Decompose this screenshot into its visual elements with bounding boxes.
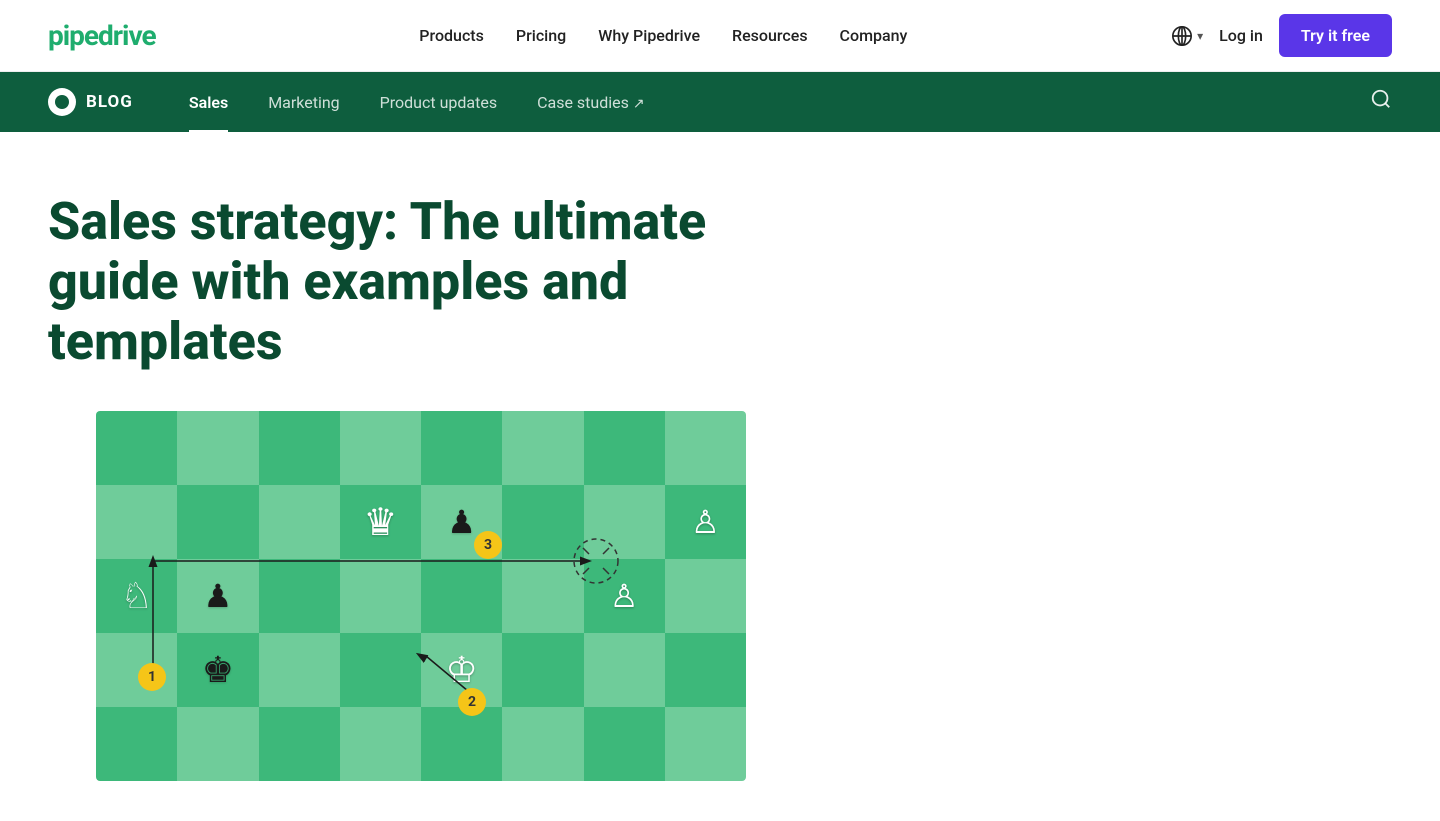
login-button[interactable]: Log in	[1219, 26, 1263, 45]
blog-nav-link-case-studies[interactable]: Case studies ↗	[517, 73, 665, 132]
nav-item-resources[interactable]: Resources	[732, 26, 808, 45]
nav-link-resources[interactable]: Resources	[732, 26, 808, 45]
cell	[584, 633, 665, 707]
main-content: Sales strategy: The ultimate guide with …	[0, 132, 1440, 821]
cell	[421, 559, 502, 633]
cell	[96, 411, 177, 485]
chess-piece-white-king: ♔	[445, 649, 477, 691]
blog-nav-item-marketing[interactable]: Marketing	[248, 73, 359, 132]
blog-logo-inner	[55, 95, 69, 109]
cell	[259, 485, 340, 559]
cell	[259, 707, 340, 781]
article-title: Sales strategy: The ultimate guide with …	[48, 192, 728, 371]
blog-nav: BLOG Sales Marketing Product updates Cas…	[0, 72, 1440, 132]
cell	[665, 633, 746, 707]
cell: ♘	[96, 559, 177, 633]
cell: ♛	[340, 485, 421, 559]
cell	[502, 485, 583, 559]
blog-nav-item-product-updates[interactable]: Product updates	[360, 73, 517, 132]
cell	[96, 707, 177, 781]
blog-nav-link-marketing[interactable]: Marketing	[248, 73, 359, 132]
search-icon	[1370, 88, 1392, 110]
cell	[177, 411, 258, 485]
cell	[177, 485, 258, 559]
brand-logo[interactable]: pipedrive	[48, 19, 156, 52]
chess-board: ♛ ♟ ♙ ♘ ♟ ♙	[96, 411, 746, 781]
cell: ♟	[177, 559, 258, 633]
top-nav: pipedrive Products Pricing Why Pipedrive…	[0, 0, 1440, 72]
blog-logo-circle	[48, 88, 76, 116]
cell: ♙	[584, 559, 665, 633]
blog-nav-links: Sales Marketing Product updates Case stu…	[169, 73, 1370, 132]
nav-item-company[interactable]: Company	[840, 26, 908, 45]
chess-piece-white-pawn: ♙	[691, 503, 720, 541]
cell	[177, 707, 258, 781]
nav-link-company[interactable]: Company	[840, 26, 908, 45]
cell	[502, 559, 583, 633]
chevron-down-icon: ▾	[1197, 29, 1203, 43]
cell: ♚	[177, 633, 258, 707]
chess-piece-black-pawn2: ♟	[204, 577, 233, 615]
cell	[259, 633, 340, 707]
cell	[584, 707, 665, 781]
blog-search-button[interactable]	[1370, 88, 1392, 116]
blog-logo[interactable]: BLOG	[48, 88, 133, 116]
blog-nav-link-product-updates[interactable]: Product updates	[360, 73, 517, 132]
cell	[96, 485, 177, 559]
nav-link-why-pipedrive[interactable]: Why Pipedrive	[598, 26, 700, 45]
external-link-icon: ↗	[633, 96, 645, 112]
nav-item-products[interactable]: Products	[419, 26, 484, 45]
try-free-button[interactable]: Try it free	[1279, 14, 1392, 57]
cell	[502, 707, 583, 781]
blog-nav-link-sales[interactable]: Sales	[169, 73, 248, 132]
hero-image: ♛ ♟ ♙ ♘ ♟ ♙	[96, 411, 746, 781]
blog-nav-item-case-studies[interactable]: Case studies ↗	[517, 73, 665, 132]
cell	[584, 485, 665, 559]
nav-right-actions: ▾ Log in Try it free	[1171, 14, 1392, 57]
blog-label: BLOG	[86, 92, 133, 112]
cell	[259, 559, 340, 633]
nav-link-products[interactable]: Products	[419, 26, 484, 45]
cell	[421, 411, 502, 485]
chess-piece-black-king: ♚	[202, 649, 234, 691]
globe-icon	[1171, 25, 1193, 47]
cell	[340, 633, 421, 707]
cell	[259, 411, 340, 485]
cell	[502, 633, 583, 707]
cell	[421, 707, 502, 781]
cell	[665, 559, 746, 633]
chess-piece-white-pawn2: ♙	[610, 577, 639, 615]
cell	[502, 411, 583, 485]
nav-item-why-pipedrive[interactable]: Why Pipedrive	[598, 26, 700, 45]
cell	[665, 707, 746, 781]
cell	[584, 411, 665, 485]
cell	[665, 411, 746, 485]
main-nav-links: Products Pricing Why Pipedrive Resources…	[419, 26, 907, 45]
chess-piece-white-queen: ♛	[363, 500, 397, 545]
chess-piece-black-pawn: ♟	[447, 503, 476, 541]
blog-nav-item-sales[interactable]: Sales	[169, 73, 248, 132]
chess-piece-white-knight: ♘	[120, 575, 152, 617]
nav-link-pricing[interactable]: Pricing	[516, 26, 566, 45]
nav-item-pricing[interactable]: Pricing	[516, 26, 566, 45]
cell: ♙	[665, 485, 746, 559]
cell	[340, 707, 421, 781]
cell	[340, 411, 421, 485]
cell	[340, 559, 421, 633]
cell	[96, 633, 177, 707]
language-selector[interactable]: ▾	[1171, 25, 1203, 47]
case-studies-label: Case studies	[537, 93, 629, 112]
